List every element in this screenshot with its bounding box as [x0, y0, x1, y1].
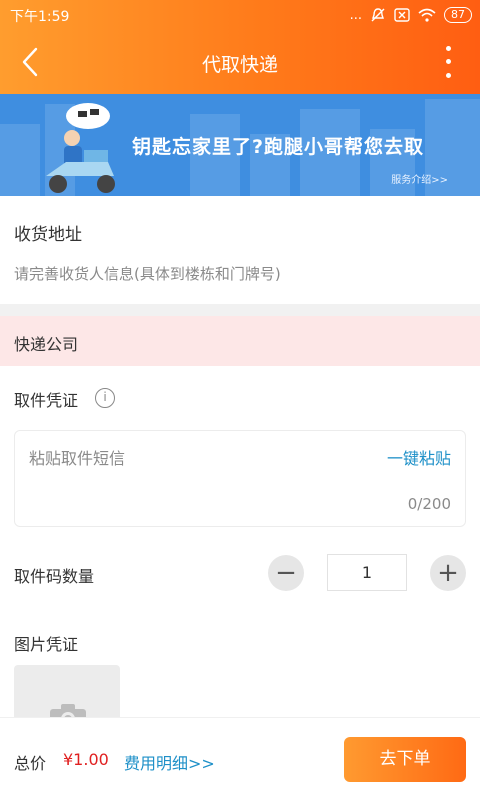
address-label: 收货地址 [14, 225, 82, 245]
courier-company-label: 快递公司 [14, 335, 79, 354]
sms-input[interactable]: 粘贴取件短信 [29, 445, 125, 469]
battery-icon: 87 [444, 7, 472, 23]
fee-detail-link[interactable]: 费用明细>> [124, 750, 215, 774]
courier-scooter-illustration [46, 103, 115, 193]
section-divider [0, 304, 480, 316]
char-counter: 0/200 [407, 495, 451, 513]
mute-icon [371, 8, 385, 22]
status-bar: 下午1:59 ... 87 [0, 0, 480, 30]
service-intro-link[interactable]: 服务介绍>> [391, 171, 448, 186]
status-time: 下午1:59 [10, 9, 70, 25]
promo-banner[interactable]: 钥匙忘家里了?跑腿小哥帮您去取 服务介绍>> [0, 94, 480, 196]
submit-order-button[interactable]: 去下单 [344, 737, 466, 782]
dot-icon [445, 72, 451, 78]
signal-dots-icon: ... [349, 7, 362, 23]
address-section[interactable]: 收货地址 请完善收货人信息(具体到楼栋和门牌号) [0, 196, 480, 304]
more-menu-button[interactable] [438, 42, 458, 82]
banner-headline: 钥匙忘家里了?跑腿小哥帮您去取 [132, 136, 425, 158]
sim-icon [394, 8, 410, 22]
address-input-placeholder[interactable]: 请完善收货人信息(具体到楼栋和门牌号) [14, 263, 281, 284]
dot-icon [445, 46, 451, 52]
dot-icon [445, 59, 451, 65]
info-icon[interactable]: i [95, 388, 115, 408]
total-price: ¥1.00 [63, 750, 109, 769]
wifi-icon [418, 8, 436, 22]
paste-button[interactable]: 一键粘贴 [387, 445, 451, 469]
quantity-label: 取件码数量 [14, 567, 95, 586]
courier-company-row[interactable]: 快递公司 [0, 316, 480, 366]
sms-input-box[interactable]: 粘贴取件短信 一键粘贴 0/200 [14, 430, 466, 527]
decrease-button[interactable]: − [268, 555, 304, 591]
increase-button[interactable]: + [430, 555, 466, 591]
app-header: 下午1:59 ... 87 代取快递 [0, 0, 480, 94]
nav-bar: 代取快递 [0, 30, 480, 94]
status-icons: ... 87 [350, 5, 472, 25]
total-label: 总价 [14, 754, 47, 773]
image-voucher-label: 图片凭证 [14, 635, 79, 654]
order-footer: 总价 ¥1.00 费用明细>> 去下单 [0, 717, 480, 800]
quantity-input[interactable]: 1 [327, 554, 407, 591]
voucher-label: 取件凭证 [14, 391, 79, 410]
image-upload-button[interactable] [14, 665, 120, 725]
page-title: 代取快递 [201, 54, 278, 76]
